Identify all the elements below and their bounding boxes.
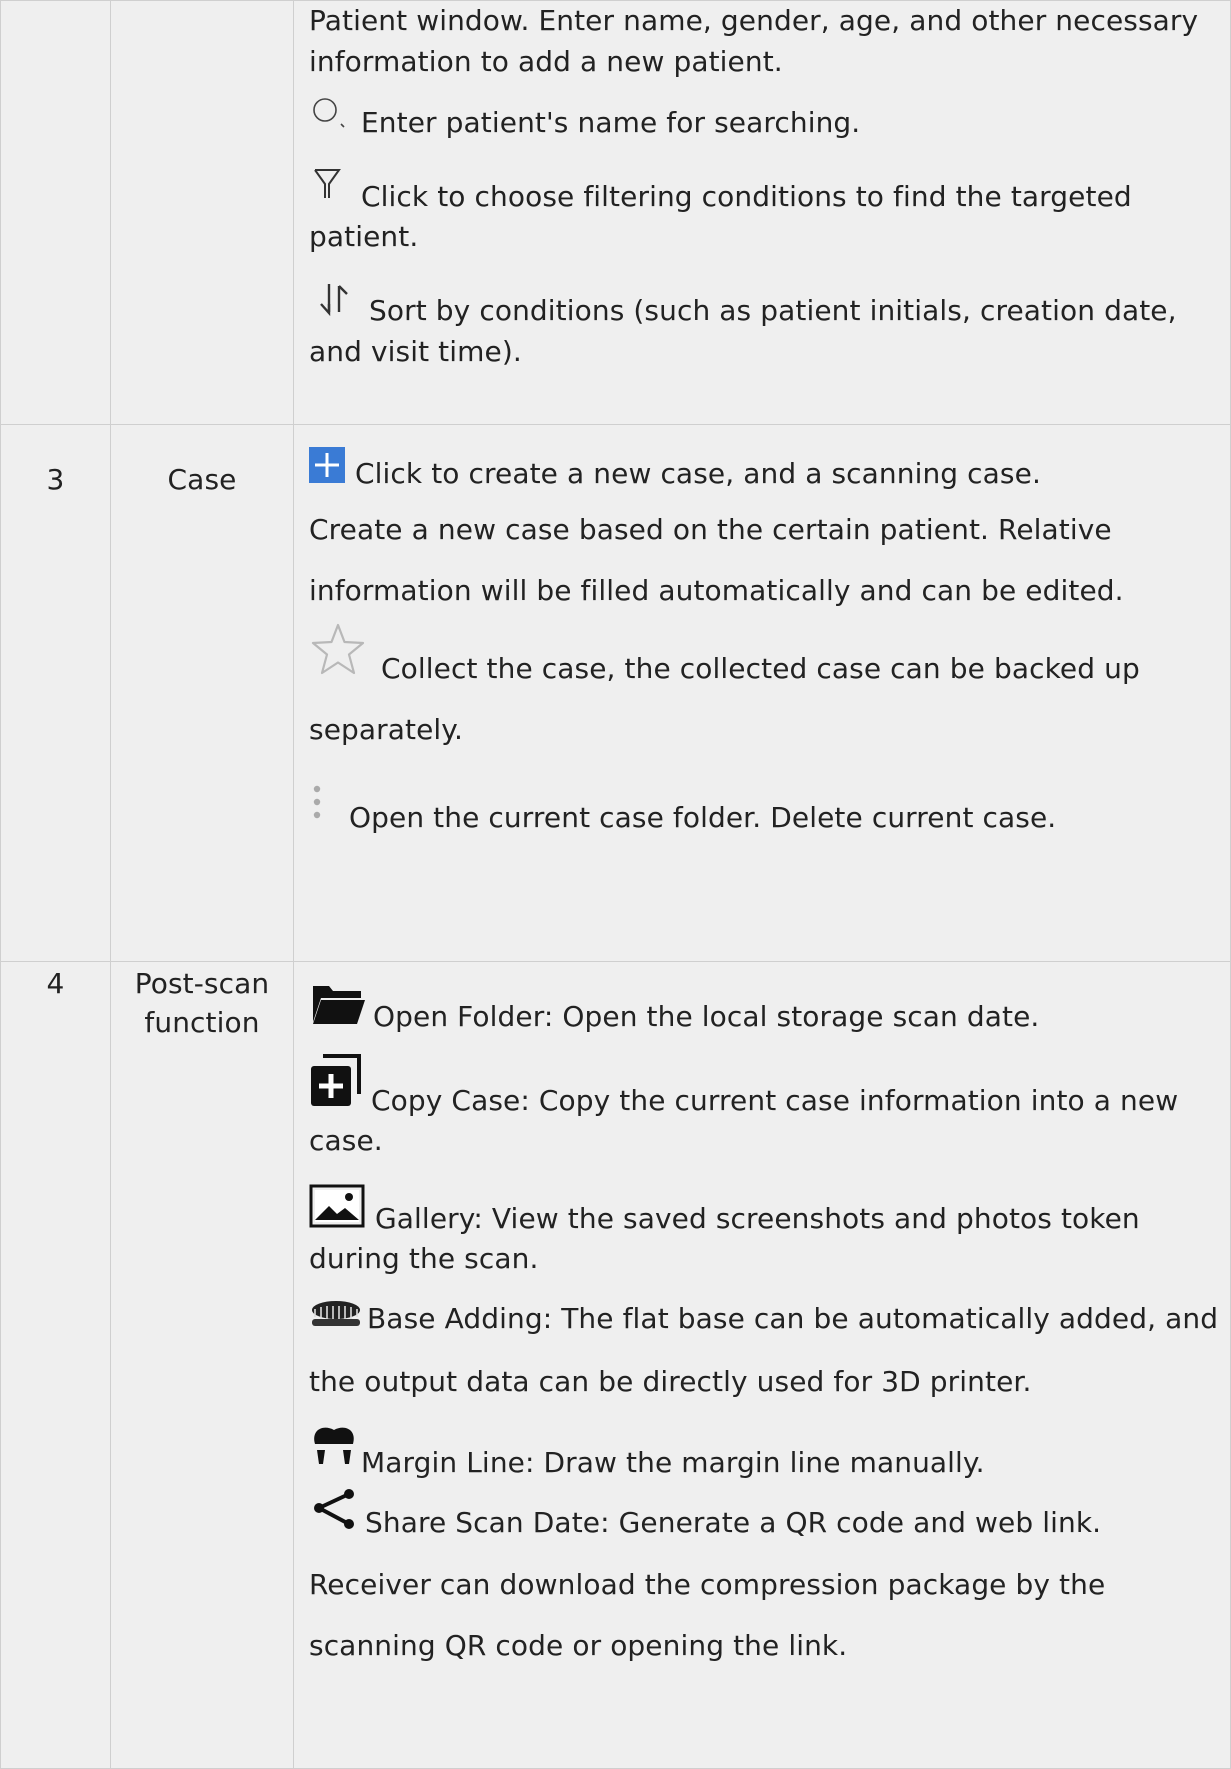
plus-icon — [309, 447, 345, 495]
row-description: Open Folder: Open the local storage scan… — [293, 961, 1231, 1769]
share-line: Share Scan Date: Generate a QR code and … — [309, 1488, 1222, 1677]
function-table: Patient window. Enter name, gender, age,… — [0, 0, 1231, 1769]
share-icon — [309, 1488, 357, 1554]
open-folder-line: Open Folder: Open the local storage scan… — [309, 980, 1222, 1038]
collect-line: Collect the case, the collected case can… — [309, 622, 1222, 761]
open-folder-desc: Open Folder: Open the local storage scan… — [373, 1000, 1040, 1033]
folder-icon — [309, 980, 367, 1038]
patient-intro-text: Patient window. Enter name, gender, age,… — [309, 4, 1199, 78]
gallery-line: Gallery: View the saved screenshots and … — [309, 1184, 1222, 1280]
row-function-name: Post-scan function — [110, 961, 294, 1769]
sort-icon — [309, 280, 355, 332]
copy-case-desc: Copy Case: Copy the current case informa… — [309, 1083, 1179, 1158]
margin-line-desc: Margin Line: Draw the margin line manual… — [361, 1446, 985, 1480]
row-number: 4 — [0, 961, 111, 1769]
row-function-name: Case — [110, 424, 294, 962]
filter-desc: Click to choose filtering conditions to … — [309, 179, 1132, 254]
tooth-icon — [309, 1422, 359, 1484]
filter-line: Click to choose filtering conditions to … — [309, 166, 1222, 258]
copy-case-line: Copy Case: Copy the current case informa… — [309, 1053, 1222, 1162]
table-row: 3 Case Click to create a new case, and a… — [0, 424, 1231, 962]
sort-desc: Sort by conditions (such as patient init… — [309, 293, 1177, 368]
gallery-desc: Gallery: View the saved screenshots and … — [309, 1201, 1140, 1276]
filter-icon — [309, 166, 347, 218]
search-icon — [309, 96, 347, 144]
image-icon — [309, 1184, 365, 1240]
row-description: Patient window. Enter name, gender, age,… — [293, 0, 1231, 425]
more-vertical-icon — [309, 783, 325, 839]
dental-base-icon — [309, 1289, 363, 1351]
row-function-name — [110, 0, 294, 425]
share-desc: Share Scan Date: Generate a QR code and … — [309, 1505, 1106, 1663]
base-adding-desc: Base Adding: The flat base can be automa… — [309, 1301, 1219, 1398]
copy-plus-icon — [309, 1053, 361, 1122]
new-case-line: Click to create a new case, and a scanni… — [309, 447, 1222, 495]
row-number — [0, 0, 111, 425]
sort-line: Sort by conditions (such as patient init… — [309, 280, 1222, 372]
row-description: Click to create a new case, and a scanni… — [293, 424, 1231, 962]
row-number: 3 — [0, 424, 111, 962]
table-row: 4 Post-scan function Open Folder: Open t… — [0, 961, 1231, 1769]
more-desc: Open the current case folder. Delete cur… — [349, 800, 1057, 834]
search-desc: Enter patient's name for searching. — [361, 106, 861, 140]
more-line: Open the current case folder. Delete cur… — [309, 783, 1222, 839]
star-icon — [309, 622, 367, 700]
table-row: Patient window. Enter name, gender, age,… — [0, 0, 1231, 425]
base-adding-line: Base Adding: The flat base can be automa… — [309, 1288, 1222, 1412]
margin-line-line: Margin Line: Draw the margin line manual… — [309, 1422, 1222, 1484]
new-case-desc: Click to create a new case, and a scanni… — [355, 457, 1041, 490]
search-line: Enter patient's name for searching. — [309, 96, 1222, 144]
collect-desc: Collect the case, the collected case can… — [309, 651, 1140, 747]
create-case-text: Create a new case based on the certain p… — [309, 512, 1124, 608]
